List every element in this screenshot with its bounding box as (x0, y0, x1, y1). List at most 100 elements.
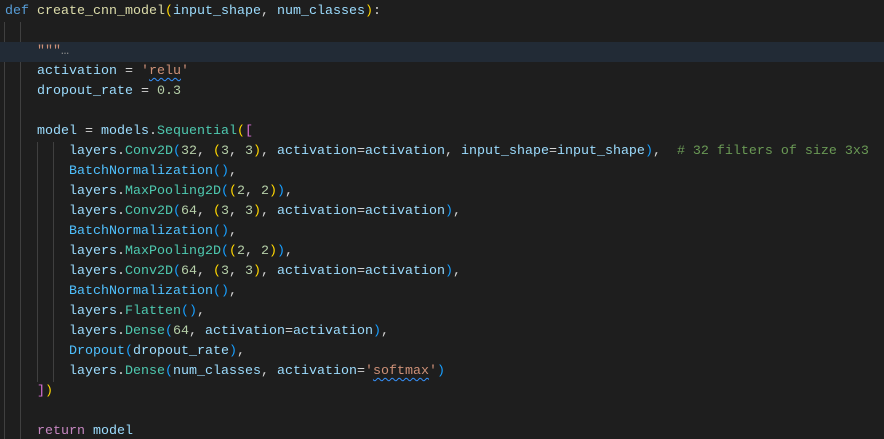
code-token: ( (213, 204, 221, 219)
code-token: Dense (125, 324, 165, 339)
code-token: Dense (125, 364, 165, 379)
code-line[interactable]: ]) (0, 382, 884, 402)
code-token: , (236, 344, 245, 359)
code-token: models (101, 124, 149, 139)
code-token: ( (220, 184, 229, 199)
code-token: 32 (181, 144, 197, 159)
code-token: ) (268, 244, 277, 259)
code-token: ( (164, 4, 173, 19)
code-token: activation (292, 324, 373, 339)
code-token: Flatten (125, 304, 181, 319)
code-token: layers (69, 304, 117, 319)
code-token: , (261, 204, 277, 219)
code-token: . (117, 304, 125, 319)
code-line[interactable]: layers.Conv2D(64, (3, 3), activation=act… (0, 262, 884, 282)
code-line[interactable]: layers.Conv2D(64, (3, 3), activation=act… (0, 202, 884, 222)
code-token: . (117, 144, 125, 159)
code-token: layers (69, 144, 117, 159)
code-token: Conv2D (125, 144, 173, 159)
code-token: ) (444, 264, 453, 279)
code-token: 2 (236, 184, 245, 199)
code-token: ) (253, 264, 261, 279)
code-line[interactable]: BatchNormalization(), (0, 282, 884, 302)
code-line[interactable]: layers.Dense(64, activation=activation), (0, 322, 884, 342)
code-token: activation (277, 144, 357, 159)
code-token: return (37, 424, 85, 439)
code-token: , (380, 324, 389, 339)
code-token: , (444, 144, 461, 159)
code-token: ( (173, 204, 181, 219)
code-token: , (260, 4, 277, 19)
code-line[interactable]: return model (0, 422, 884, 439)
code-token: , (244, 184, 261, 199)
code-line[interactable]: activation = 'relu' (0, 62, 884, 82)
code-token: dropout_rate (37, 84, 133, 99)
code-token: layers (69, 364, 117, 379)
code-token: 3 (245, 144, 253, 159)
code-token: = (284, 324, 293, 339)
code-token: ) (372, 324, 381, 339)
code-token: = (356, 144, 365, 159)
code-token: num_classes (173, 364, 261, 379)
code-token: , (197, 144, 213, 159)
code-line[interactable]: layers.Dense(num_classes, activation='so… (0, 362, 884, 382)
code-line[interactable] (0, 22, 884, 42)
code-token: Sequential (157, 124, 237, 139)
code-token: , (261, 264, 277, 279)
code-line[interactable]: model = models.Sequential([ (0, 122, 884, 142)
code-line[interactable]: layers.Conv2D(32, (3, 3), activation=act… (0, 142, 884, 162)
code-token: activation (205, 324, 285, 339)
code-token: Dropout (69, 344, 125, 359)
code-line[interactable]: dropout_rate = 0.3 (0, 82, 884, 102)
code-line[interactable]: layers.MaxPooling2D((2, 2)), (0, 242, 884, 262)
code-token: , (229, 264, 245, 279)
code-line[interactable]: BatchNormalization(), (0, 162, 884, 182)
code-line[interactable]: BatchNormalization(), (0, 222, 884, 242)
code-line[interactable]: layers.Flatten(), (0, 302, 884, 322)
code-token: , (244, 244, 261, 259)
fold-ellipsis-icon[interactable]: … (61, 44, 69, 59)
code-token: , (197, 304, 205, 319)
code-token: create_cnn_model (37, 4, 165, 19)
code-token: = (132, 84, 157, 99)
code-token: () (212, 164, 229, 179)
code-line[interactable]: Dropout(dropout_rate), (0, 342, 884, 362)
code-line[interactable]: def create_cnn_model(input_shape, num_cl… (0, 2, 884, 22)
code-token: , (197, 204, 213, 219)
code-token: 2 (260, 244, 269, 259)
code-line[interactable]: """… (0, 42, 884, 62)
code-editor[interactable]: def create_cnn_model(input_shape, num_cl… (0, 0, 884, 439)
code-token: input_shape (460, 144, 549, 159)
code-token: ( (236, 124, 245, 139)
code-token: , (189, 324, 205, 339)
code-token: 64 (181, 264, 197, 279)
code-token: MaxPooling2D (125, 184, 221, 199)
code-token: ) (45, 384, 53, 399)
code-token: softmax (372, 364, 429, 379)
code-token: ( (173, 264, 181, 279)
code-token: BatchNormalization (69, 164, 213, 179)
code-token: ( (228, 244, 237, 259)
code-line[interactable] (0, 402, 884, 422)
code-line[interactable]: layers.MaxPooling2D((2, 2)), (0, 182, 884, 202)
code-token: ) (436, 364, 445, 379)
code-token: ( (165, 364, 173, 379)
code-token: ] (37, 384, 45, 399)
code-token: ' (180, 64, 189, 79)
code-token: # 32 filters of size 3x3 (676, 144, 869, 159)
code-token: ) (228, 344, 237, 359)
code-token: , (228, 284, 237, 299)
code-token: : (372, 4, 381, 19)
code-token: ( (213, 264, 221, 279)
code-token: 2 (260, 184, 269, 199)
code-token: ) (444, 204, 453, 219)
code-line[interactable] (0, 102, 884, 122)
code-token: layers (69, 324, 117, 339)
code-token: ( (165, 324, 173, 339)
